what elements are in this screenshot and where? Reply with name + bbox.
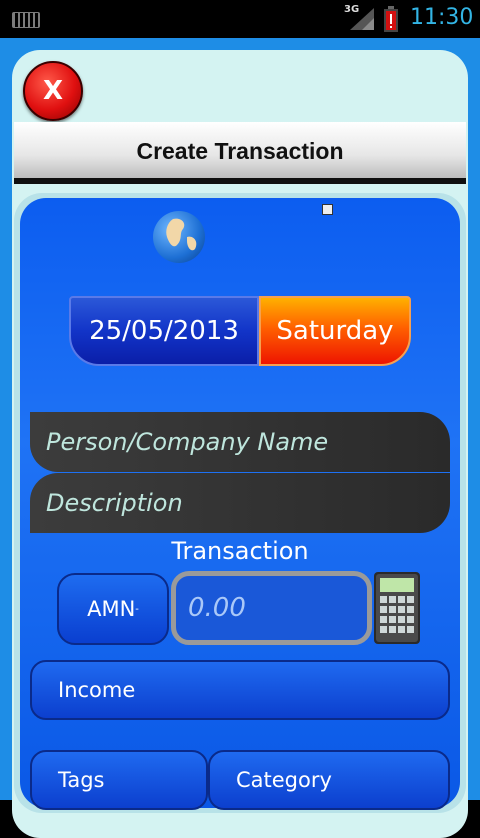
page-title: Create Transaction: [136, 138, 344, 164]
description-field[interactable]: Description: [30, 473, 450, 533]
tags-button[interactable]: Tags: [30, 750, 208, 810]
currency-label: AMN: [87, 597, 136, 621]
calculator-icon[interactable]: [374, 572, 420, 644]
image-icon: [322, 204, 333, 215]
person-company-field[interactable]: Person/Company Name: [30, 412, 450, 472]
transaction-type-button[interactable]: Income: [30, 660, 450, 720]
battery-alert-icon: [384, 6, 398, 32]
close-icon: X: [42, 76, 64, 106]
date-button[interactable]: 25/05/2013: [69, 296, 259, 366]
network-type-label: 3G: [344, 4, 360, 15]
amount-input[interactable]: 0.00: [171, 571, 372, 645]
status-bar: 3G 11:30: [0, 0, 480, 38]
transaction-label: Transaction: [171, 537, 309, 565]
status-clock: 11:30: [410, 5, 474, 30]
keyboard-icon: [12, 12, 40, 28]
title-bar: Create Transaction: [14, 122, 466, 184]
category-button[interactable]: Category: [208, 750, 450, 810]
close-button[interactable]: X: [23, 61, 83, 121]
globe-icon[interactable]: [153, 211, 205, 263]
currency-button[interactable]: AMN -: [57, 573, 169, 645]
day-button[interactable]: Saturday: [259, 296, 411, 366]
